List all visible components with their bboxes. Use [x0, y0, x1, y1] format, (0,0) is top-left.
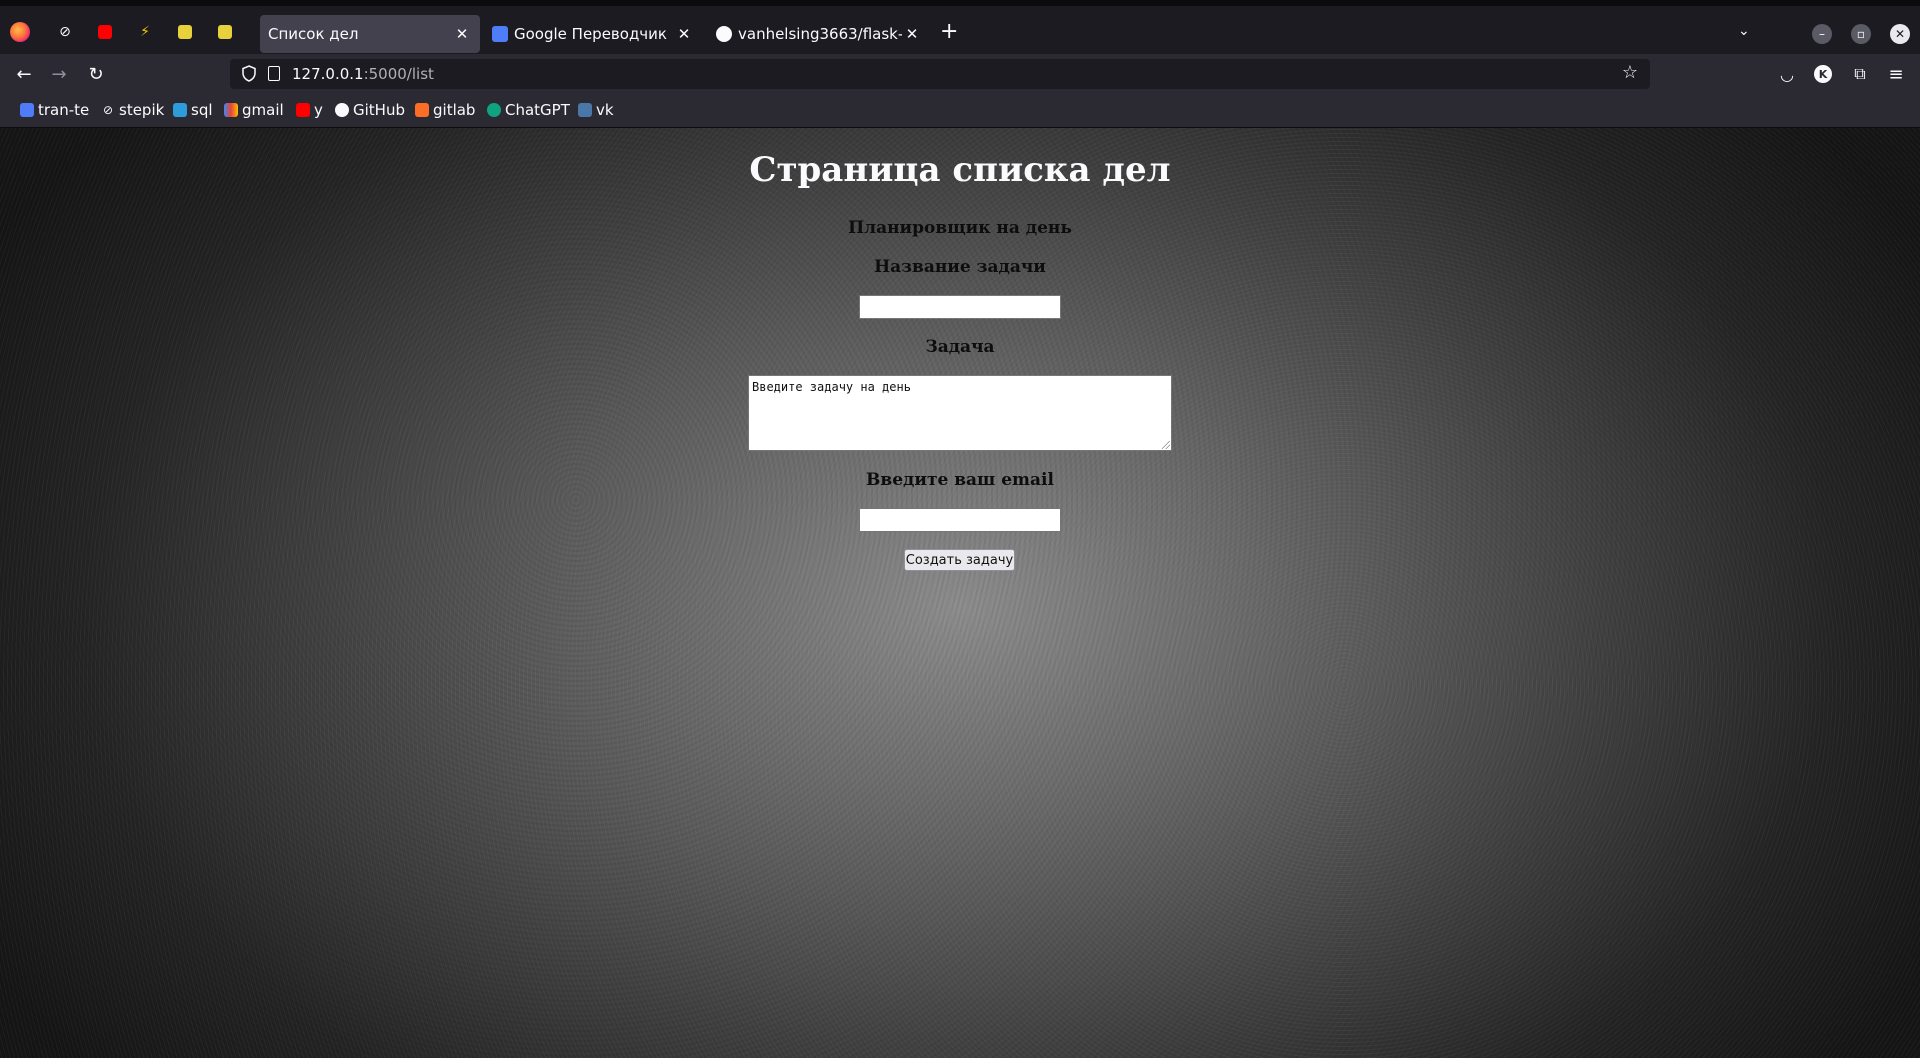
- task-placeholder: Введите задачу на день: [752, 380, 911, 394]
- bookmark-label: GitHub: [353, 101, 405, 119]
- address-bar[interactable]: 127.0.0.1:5000/list ☆: [230, 59, 1650, 89]
- pinned-tab-chat-2[interactable]: [209, 20, 241, 44]
- menu-hamburger-icon[interactable]: ≡: [1884, 62, 1908, 86]
- task-name-input[interactable]: [859, 295, 1061, 319]
- youtube-icon: [98, 25, 112, 39]
- github-icon: [716, 26, 732, 42]
- tab-github[interactable]: vanhelsing3663/flask-sq ✕: [708, 15, 930, 53]
- maximize-icon[interactable]: ▫: [1851, 24, 1871, 44]
- back-arrow-icon[interactable]: ←: [12, 62, 36, 86]
- gitlab-icon: [415, 103, 429, 117]
- bookmark-gmail[interactable]: gmail: [224, 101, 284, 119]
- tab-todo-list[interactable]: Список дел ✕: [260, 15, 480, 53]
- sql-icon: [173, 103, 187, 117]
- stepik-icon: ⊘: [102, 103, 114, 117]
- page-icon[interactable]: [268, 66, 280, 81]
- translate-icon: [20, 103, 34, 117]
- tab-google-translate[interactable]: Google Переводчик ✕: [484, 15, 702, 53]
- extensions-puzzle-icon[interactable]: ⧉: [1848, 62, 1872, 86]
- bookmark-label: gmail: [242, 101, 284, 119]
- page-title: Страница списка дел: [749, 150, 1171, 190]
- chatgpt-icon: [487, 103, 501, 117]
- page-content: Страница списка дел Планировщик на день …: [0, 128, 1920, 1058]
- bookmark-vk[interactable]: vk: [578, 101, 614, 119]
- github-icon: [335, 103, 349, 117]
- create-task-button[interactable]: Создать задачу: [904, 549, 1015, 571]
- close-icon[interactable]: ✕: [674, 25, 694, 43]
- url-path: :5000/list: [363, 65, 434, 83]
- shield-icon[interactable]: [242, 65, 256, 82]
- pinned-tab-stepik[interactable]: ⊘: [49, 20, 81, 44]
- email-input[interactable]: [859, 508, 1061, 532]
- bookmark-github[interactable]: GitHub: [335, 101, 405, 119]
- bookmark-label: vk: [596, 101, 614, 119]
- pinned-tab-youtube[interactable]: [89, 20, 121, 44]
- list-all-tabs-chevron-icon[interactable]: ⌄: [1738, 23, 1750, 39]
- reload-icon[interactable]: ↻: [84, 62, 108, 86]
- bookmark-sql[interactable]: sql: [173, 101, 213, 119]
- youtube-icon: [296, 103, 310, 117]
- task-label: Задача: [925, 337, 995, 357]
- close-icon[interactable]: ✕: [452, 25, 472, 43]
- bookmark-y[interactable]: y: [296, 101, 323, 119]
- navigation-toolbar: ← → ↻ 127.0.0.1:5000/list ☆ ◡ K ⧉ ≡: [0, 54, 1920, 94]
- bookmark-label: y: [314, 101, 323, 119]
- account-avatar[interactable]: K: [1814, 65, 1832, 83]
- chat-icon: [178, 25, 192, 39]
- bookmark-label: ChatGPT: [505, 101, 570, 119]
- email-label: Введите ваш email: [866, 470, 1054, 490]
- pinned-tab-yandex[interactable]: ⚡: [129, 20, 161, 44]
- bookmark-chatgpt[interactable]: ChatGPT: [487, 101, 570, 119]
- tab-title: Список дел: [268, 25, 359, 43]
- bookmark-tran-te[interactable]: tran-te: [20, 101, 89, 119]
- close-window-icon[interactable]: ✕: [1890, 24, 1910, 44]
- vk-icon: [578, 103, 592, 117]
- task-name-label: Название задачи: [874, 257, 1046, 277]
- bookmark-label: tran-te: [38, 101, 90, 119]
- resize-grip-icon[interactable]: [1162, 441, 1170, 449]
- url-text[interactable]: 127.0.0.1:5000/list: [292, 65, 434, 83]
- bookmark-gitlab[interactable]: gitlab: [415, 101, 475, 119]
- bookmark-label: gitlab: [433, 101, 476, 119]
- translate-icon: [492, 26, 508, 42]
- lightning-icon: ⚡: [140, 24, 150, 40]
- bookmark-star-icon[interactable]: ☆: [1622, 62, 1638, 83]
- page-subtitle: Планировщик на день: [848, 218, 1072, 238]
- new-tab-plus-icon[interactable]: +: [940, 21, 958, 43]
- tab-title: vanhelsing3663/flask-sq: [738, 25, 902, 43]
- bookmarks-toolbar: tran-te ⊘ stepik sql gmail y GitHub gitl…: [0, 94, 1920, 128]
- bookmark-stepik[interactable]: ⊘ stepik: [101, 101, 164, 119]
- bookmark-label: sql: [191, 101, 213, 119]
- forward-arrow-icon[interactable]: →: [47, 62, 71, 86]
- close-icon[interactable]: ✕: [902, 25, 922, 43]
- chat-icon: [218, 25, 232, 39]
- gmail-icon: [224, 103, 238, 117]
- task-textarea[interactable]: Введите задачу на день: [748, 375, 1172, 451]
- pocket-icon[interactable]: ◡: [1775, 62, 1799, 86]
- url-host: 127.0.0.1: [292, 65, 364, 83]
- pinned-tab-chat-1[interactable]: [169, 20, 201, 44]
- firefox-logo-icon[interactable]: [10, 22, 30, 42]
- stepik-icon: ⊘: [59, 24, 71, 40]
- bookmark-label: stepik: [119, 101, 165, 119]
- minimize-icon[interactable]: –: [1812, 24, 1832, 44]
- tab-title: Google Переводчик: [514, 25, 667, 43]
- tab-bar: ⊘ ⚡ Список дел ✕ Google Переводчик ✕ van…: [0, 6, 1920, 54]
